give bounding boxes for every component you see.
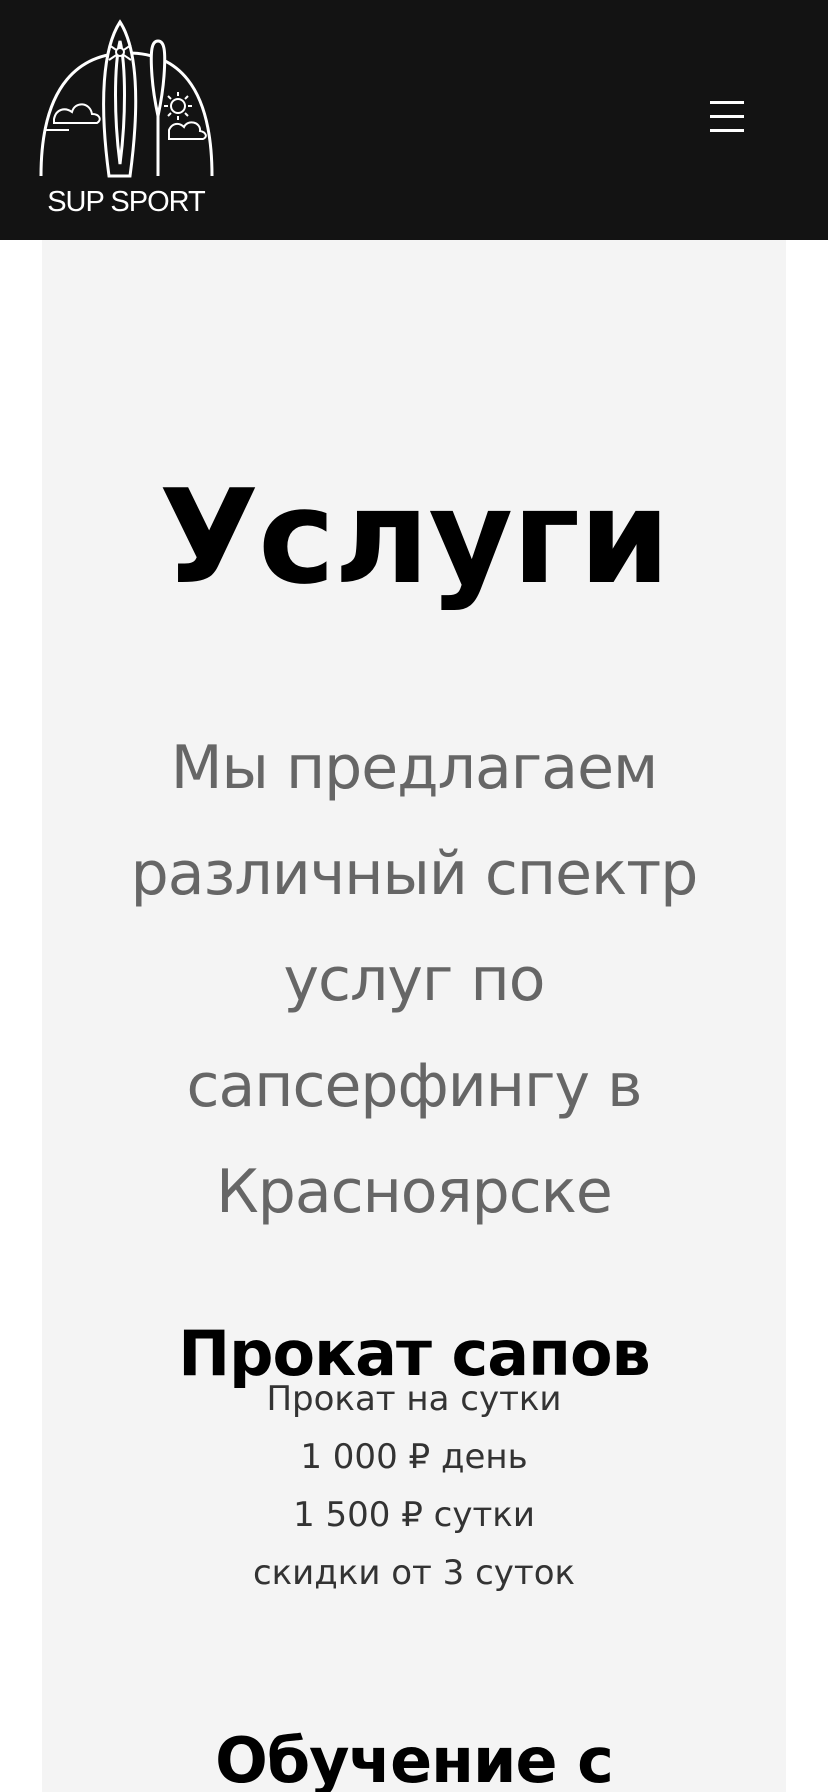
services-card: Услуги Мы предлагаем различный спектр ус…: [42, 170, 786, 1792]
sup-board-logo-icon: [39, 19, 214, 178]
rental-price-list: Прокат на сутки 1 000 ₽ день 1 500 ₽ сут…: [42, 1370, 786, 1602]
logo-text: SUP SPORT: [47, 186, 206, 218]
site-header: SUP SPORT: [0, 0, 828, 240]
hamburger-menu-icon[interactable]: [700, 94, 754, 140]
daily-price-text: 1 000 ₽ день: [300, 1437, 528, 1477]
services-description: Мы предлагаем различный спектр услуг по …: [130, 733, 699, 1227]
twenty-four-hour-price-text: 1 500 ₽ сутки: [293, 1495, 535, 1535]
sup-sport-logo[interactable]: SUP SPORT: [36, 18, 216, 218]
discount-text: скидки от 3 суток: [252, 1553, 576, 1593]
training-section-title: Обучение с: [215, 1724, 614, 1792]
services-title: Услуги: [158, 461, 670, 614]
rental-period-text: Прокат на сутки: [266, 1379, 562, 1419]
page: SUP SPORT Услуги Мы предлагаем различный…: [0, 0, 828, 1792]
